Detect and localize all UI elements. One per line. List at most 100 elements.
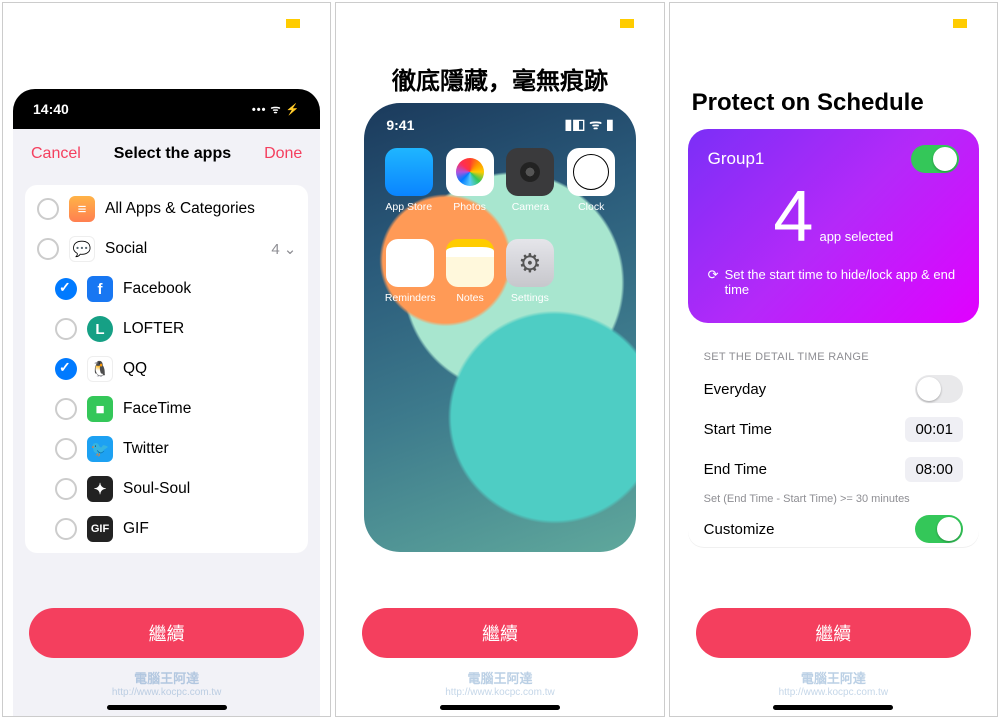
checkbox-icon[interactable] <box>55 518 77 540</box>
app-icon-facetime: ■ <box>87 396 113 422</box>
home-indicator[interactable] <box>440 705 560 710</box>
app-label: Settings <box>500 292 560 304</box>
clock-icon: ⟳ <box>708 267 719 283</box>
row-label: Customize <box>704 521 775 538</box>
app-icon-clock <box>567 148 615 196</box>
app-icon-soul: ✦ <box>87 476 113 502</box>
row-label: End Time <box>704 461 767 478</box>
checkbox-icon[interactable] <box>55 278 77 300</box>
app-label: GIF <box>123 520 149 538</box>
app-icon-photos <box>446 148 494 196</box>
group-toggle[interactable] <box>911 145 959 173</box>
chevron-down-icon: ⌄ <box>284 240 297 258</box>
continue-button[interactable]: 繼續 <box>696 608 971 658</box>
app-row[interactable]: ■ FaceTime <box>25 389 308 429</box>
category-row-all[interactable]: ≡ All Apps & Categories <box>25 189 308 229</box>
homescreen-app[interactable]: Clock <box>563 148 620 213</box>
home-indicator[interactable] <box>773 705 893 710</box>
app-row[interactable]: GIF GIF <box>25 509 308 549</box>
homescreen-app[interactable]: Settings <box>500 239 560 304</box>
category-label: Social <box>105 240 147 258</box>
everyday-toggle[interactable] <box>915 375 963 403</box>
homescreen-app[interactable]: Notes <box>440 239 500 304</box>
recording-indicator-icon <box>953 19 967 28</box>
start-time-value[interactable]: 00:01 <box>905 417 963 442</box>
checkbox-icon[interactable] <box>55 318 77 340</box>
checkbox-icon[interactable] <box>55 358 77 380</box>
app-row[interactable]: ✦ Soul-Soul <box>25 469 308 509</box>
page-title: 徹底隱藏，毫無痕跡 <box>336 61 663 96</box>
recording-indicator-icon <box>620 19 634 28</box>
group-card[interactable]: Group1 4 app selected ⟳ Set the start ti… <box>688 129 979 323</box>
continue-button[interactable]: 繼續 <box>362 608 637 658</box>
watermark: 電腦王阿達http://www.kocpc.com.tw <box>670 668 997 698</box>
app-label: Facebook <box>123 280 191 298</box>
app-label: Clock <box>563 201 620 213</box>
home-indicator[interactable] <box>107 705 227 710</box>
homescreen-app[interactable]: Camera <box>502 148 559 213</box>
status-time: 9:41 <box>386 117 414 133</box>
schedule-header: SET THE DETAIL TIME RANGE <box>704 351 963 363</box>
app-label: FaceTime <box>123 400 191 418</box>
homescreen-preview: 9:41 ▮◧ ᯤ ▮ App Store Photos Camera Clock R… <box>364 103 635 552</box>
status-time: 14:40 <box>33 101 69 117</box>
app-icon-appstore <box>385 148 433 196</box>
app-icon-camera <box>506 148 554 196</box>
app-icon-twitter: 🐦 <box>87 436 113 462</box>
homescreen-app[interactable]: Reminders <box>380 239 440 304</box>
app-label: Camera <box>502 201 559 213</box>
app-row[interactable]: 🐧QQ <box>25 349 308 389</box>
row-everyday[interactable]: Everyday <box>704 369 963 409</box>
cancel-button[interactable]: Cancel <box>31 145 81 163</box>
app-row[interactable]: f Facebook <box>25 269 308 309</box>
checkbox-icon[interactable] <box>55 438 77 460</box>
homescreen-app[interactable]: App Store <box>380 148 437 213</box>
row-label: Start Time <box>704 421 772 438</box>
schedule-hint: Set (End Time - Start Time) >= 30 minute… <box>704 489 963 515</box>
app-row[interactable]: LLOFTER <box>25 309 308 349</box>
row-customize[interactable]: Customize <box>704 515 963 543</box>
app-row[interactable]: 🐦Twitter <box>25 429 308 469</box>
category-label: All Apps & Categories <box>105 200 255 218</box>
continue-button[interactable]: 繼續 <box>29 608 304 658</box>
app-list-card: ≡ All Apps & Categories 💬 Social 4 ⌄ f Fa… <box>25 185 308 553</box>
app-count-label: app selected <box>819 229 893 244</box>
homescreen-app[interactable]: Photos <box>441 148 498 213</box>
customize-toggle[interactable] <box>915 515 963 543</box>
watermark: 電腦王阿達http://www.kocpc.com.tw <box>336 668 663 698</box>
row-end-time[interactable]: End Time 08:00 <box>704 449 963 489</box>
app-icon-fb: f <box>87 276 113 302</box>
schedule-card: SET THE DETAIL TIME RANGE Everyday Start… <box>688 339 979 547</box>
app-label: Notes <box>440 292 500 304</box>
homescreen-row: RemindersNotesSettings <box>364 213 635 304</box>
row-label: Everyday <box>704 381 767 398</box>
done-button[interactable]: Done <box>264 145 302 163</box>
category-count: 4 ⌄ <box>271 240 296 258</box>
recording-indicator-icon <box>286 19 300 28</box>
status-icons: ••• ᯤ ⚡ <box>252 102 300 117</box>
panel-select-apps: 14:40 ••• ᯤ ⚡ Cancel Select the apps Don… <box>2 2 331 717</box>
card-hint: ⟳ Set the start time to hide/lock app & … <box>708 267 959 297</box>
app-icon-notes <box>446 239 494 287</box>
status-bar: 14:40 ••• ᯤ ⚡ <box>13 89 320 129</box>
app-icon-qq: 🐧 <box>87 356 113 382</box>
status-bar: 9:41 ▮◧ ᯤ ▮ <box>364 103 635 134</box>
checkbox-icon[interactable] <box>55 478 77 500</box>
app-label: Photos <box>441 201 498 213</box>
radio-icon[interactable] <box>37 238 59 260</box>
group-name: Group1 <box>708 149 765 169</box>
app-count: 4 <box>773 181 813 253</box>
app-icon-reminders <box>386 239 434 287</box>
app-label: Soul-Soul <box>123 480 190 498</box>
radio-icon[interactable] <box>37 198 59 220</box>
checkbox-icon[interactable] <box>55 398 77 420</box>
page-title: Protect on Schedule <box>692 89 975 117</box>
app-icon-gif: GIF <box>87 516 113 542</box>
app-label: App Store <box>380 201 437 213</box>
category-row-social[interactable]: 💬 Social 4 ⌄ <box>25 229 308 269</box>
row-start-time[interactable]: Start Time 00:01 <box>704 409 963 449</box>
end-time-value[interactable]: 08:00 <box>905 457 963 482</box>
social-category-icon: 💬 <box>69 236 95 262</box>
status-icons: ▮◧ ᯤ ▮ <box>564 115 613 134</box>
app-label: LOFTER <box>123 320 184 338</box>
